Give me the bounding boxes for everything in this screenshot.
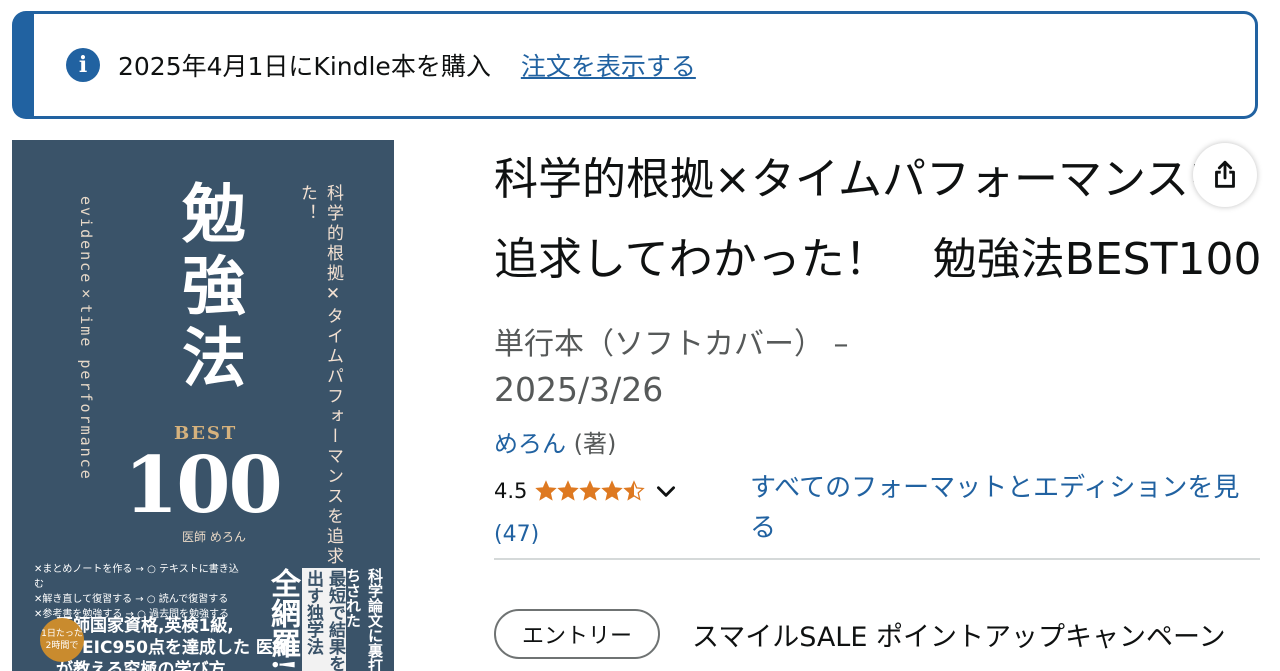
cover-title: 勉強法 xyxy=(171,180,246,396)
star-half-icon xyxy=(623,480,646,501)
info-icon: i xyxy=(66,48,100,82)
cover-bottom-text: 医師国家資格,英検1級, TOEIC950点を達成した 医師が教える究極の学び方 xyxy=(56,616,290,671)
cover-number: 100 xyxy=(124,440,283,531)
publication-date: 2025/3/26 xyxy=(494,370,664,409)
author-role: (著) xyxy=(566,430,617,458)
author-link[interactable]: めろん xyxy=(494,430,566,458)
divider xyxy=(494,558,1260,560)
cover-author: 医師 めろん xyxy=(182,530,246,544)
purchase-notice-text: 2025年4月1日にKindle本を購入 xyxy=(118,52,491,81)
author-line: めろん (著) xyxy=(494,424,616,459)
star-full-icon xyxy=(579,480,602,501)
share-icon xyxy=(1215,160,1235,188)
cover-badge: 1日たった2時間で xyxy=(40,618,84,662)
entry-button[interactable]: エントリー xyxy=(494,609,660,659)
star-full-icon xyxy=(557,480,580,501)
campaign-text: スマイルSALE ポイントアップキャンペーン xyxy=(692,622,1226,653)
cover-bullets: ✕まとめノートを作る → ○ テキストに書き込む ✕解き直して復習する → ○ … xyxy=(34,562,244,622)
rating-summary[interactable]: 4.5 xyxy=(494,478,679,504)
cover-highlight: 最短で結果を出す独学法 xyxy=(302,568,346,671)
product-edition: 単行本（ソフトカバー） – xyxy=(494,327,849,362)
product-title: 科学的根拠×タイムパフォーマンスを追求してわかった！ 勉強法BEST100 単行… xyxy=(494,140,1264,385)
cover-bullet: ✕まとめノートを作る → ○ テキストに書き込む xyxy=(34,564,239,590)
view-order-link[interactable]: 注文を表示する xyxy=(521,47,696,83)
star-full-icon xyxy=(601,480,624,501)
chevron-down-icon[interactable] xyxy=(653,478,679,504)
product-title-text: 科学的根拠×タイムパフォーマンスを追求してわかった！ 勉強法BEST100 xyxy=(494,154,1262,285)
purchase-notice-banner: i 2025年4月1日にKindle本を購入 注文を表示する xyxy=(12,11,1258,119)
star-rating[interactable] xyxy=(535,480,646,502)
rating-value: 4.5 xyxy=(494,479,528,503)
share-button[interactable] xyxy=(1193,143,1257,207)
cover-english-subtitle: evidence✕time performance xyxy=(77,196,95,481)
book-cover-image[interactable]: 科学的根拠✕タイムパフォーマンスを追求してわかった！ 勉強法 evidence✕… xyxy=(12,140,394,671)
cover-side-text: 科学論文に裏打ちされた xyxy=(344,568,384,671)
star-full-icon xyxy=(535,480,558,501)
cover-bullet: ✕解き直して復習する → ○ 読んで復習する xyxy=(34,594,229,605)
rating-count-link[interactable]: (47) xyxy=(494,522,539,547)
all-formats-link[interactable]: すべてのフォーマットとエディションを見る xyxy=(750,468,1260,548)
